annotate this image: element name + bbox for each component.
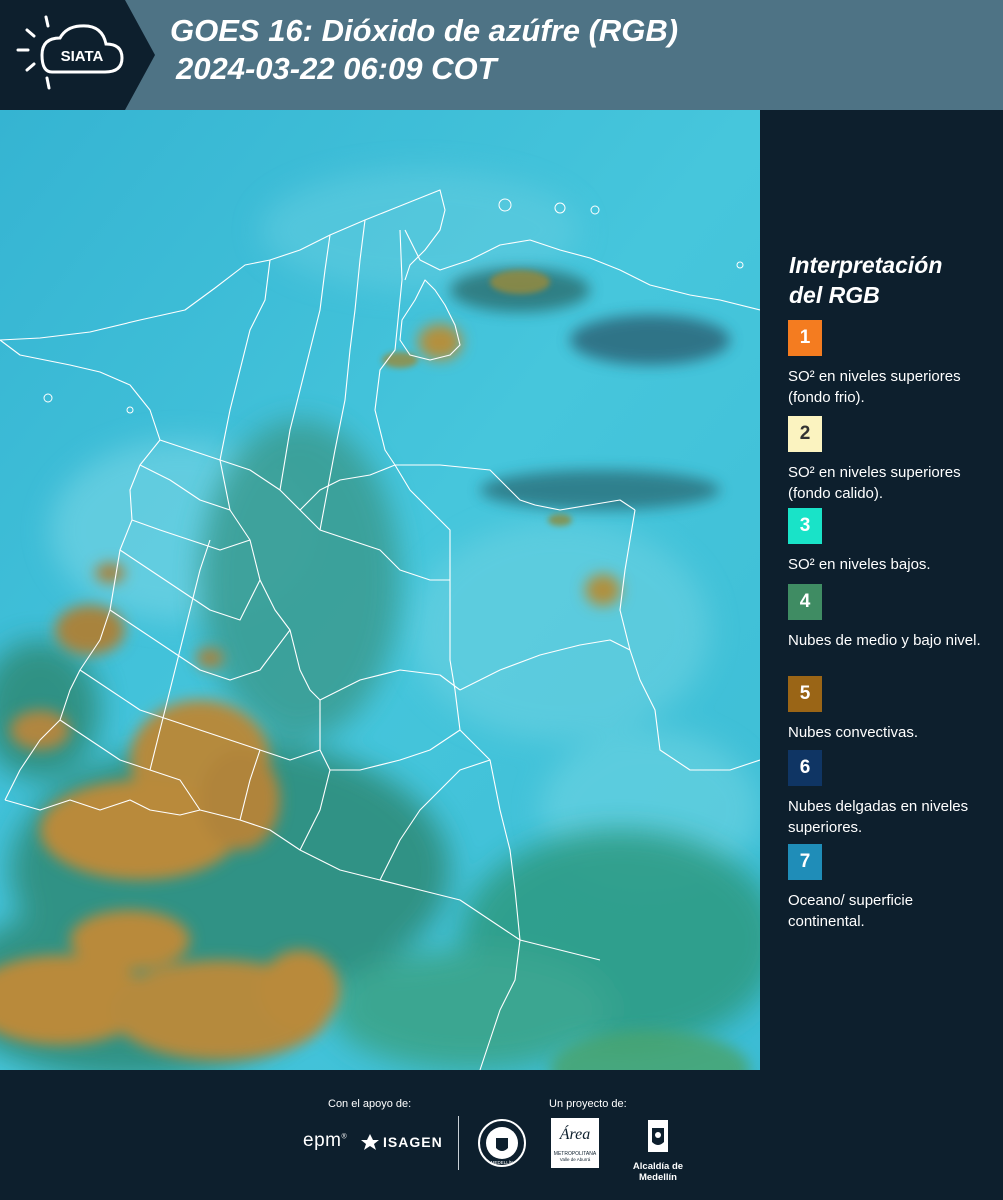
legend-swatch-6: 6 [788, 750, 822, 786]
seal-icon: MEDELLÍN [478, 1119, 526, 1167]
isagen-mark-icon [361, 1134, 379, 1150]
title-line-2: 2024-03-22 06:09 COT [176, 51, 497, 86]
footer: Con el apoyo de: Un proyecto de: epm® IS… [0, 1070, 1003, 1200]
legend-label-7: Oceano/ superficie continental. [788, 892, 914, 930]
isagen-logo-text: ISAGEN [383, 1134, 443, 1150]
legend-item-1: 1 SO² en niveles superiores (fondo frio)… [788, 320, 993, 408]
medellin-seal: MEDELLÍN [477, 1118, 527, 1173]
legend-title: Interpretación del RGB [789, 250, 989, 310]
legend-label-2: SO² en niveles superiores (fondo calido)… [788, 464, 961, 502]
alcaldia-logo: Alcaldía de Medellín [613, 1118, 703, 1183]
area-logo-name: Área [559, 1126, 591, 1143]
legend-item-6: 6 Nubes delgadas en niveles superiores. [788, 750, 993, 838]
siata-logo-text: SIATA [61, 48, 104, 65]
legend-swatch-4: 4 [788, 584, 822, 620]
legend-label-5: Nubes convectivas. [788, 724, 919, 741]
satellite-image [0, 110, 760, 1070]
legend-panel: Interpretación del RGB 1 SO² en niveles … [760, 110, 1003, 1070]
area-metropolitana-logo: Área METROPOLITANA Valle de Aburrá [551, 1118, 599, 1168]
satellite-map [0, 110, 760, 1070]
legend-swatch-2: 2 [788, 416, 822, 452]
page-title: GOES 16: Dióxido de azúfre (RGB) 2024-03-… [170, 12, 678, 88]
legend-label-3: SO² en niveles bajos. [788, 556, 931, 573]
legend-swatch-7: 7 [788, 844, 822, 880]
legend-item-3: 3 SO² en niveles bajos. [788, 508, 993, 575]
legend-swatch-1: 1 [788, 320, 822, 356]
epm-logo: epm® [303, 1130, 348, 1151]
legend-label-4: Nubes de medio y bajo nivel. [788, 632, 981, 649]
legend-title-line-1: Interpretación [789, 252, 943, 278]
legend-swatch-5: 5 [788, 676, 822, 712]
legend-item-5: 5 Nubes convectivas. [788, 676, 993, 743]
support-label: Con el apoyo de: [328, 1098, 412, 1110]
title-line-1: GOES 16: Dióxido de azúfre (RGB) [170, 13, 679, 48]
legend-item-2: 2 SO² en niveles superiores (fondo calid… [788, 416, 993, 514]
isagen-logo: ISAGEN [360, 1133, 443, 1151]
alcaldia-text: Alcaldía de Medellín [632, 1161, 684, 1183]
project-label: Un proyecto de: [549, 1098, 627, 1110]
legend-item-7: 7 Oceano/ superficie continental. [788, 844, 993, 932]
area-logo-sub2: Valle de Aburrá [559, 1157, 591, 1162]
header-bar: SIATA GOES 16: Dióxido de azúfre (RGB) 20… [0, 0, 1003, 110]
siata-logo: SIATA [0, 0, 155, 110]
legend-swatch-3: 3 [788, 508, 822, 544]
epm-logo-text: epm [303, 1130, 342, 1151]
legend-label-1: SO² en niveles superiores (fondo frio). [788, 368, 961, 406]
legend-label-6: Nubes delgadas en niveles superiores. [788, 798, 969, 836]
legend-item-4: 4 Nubes de medio y bajo nivel. [788, 584, 993, 651]
footer-divider [458, 1116, 459, 1170]
seal-text: MEDELLÍN [491, 1159, 514, 1165]
legend-title-line-2: del RGB [789, 282, 880, 308]
alcaldia-shield-icon [648, 1120, 668, 1152]
